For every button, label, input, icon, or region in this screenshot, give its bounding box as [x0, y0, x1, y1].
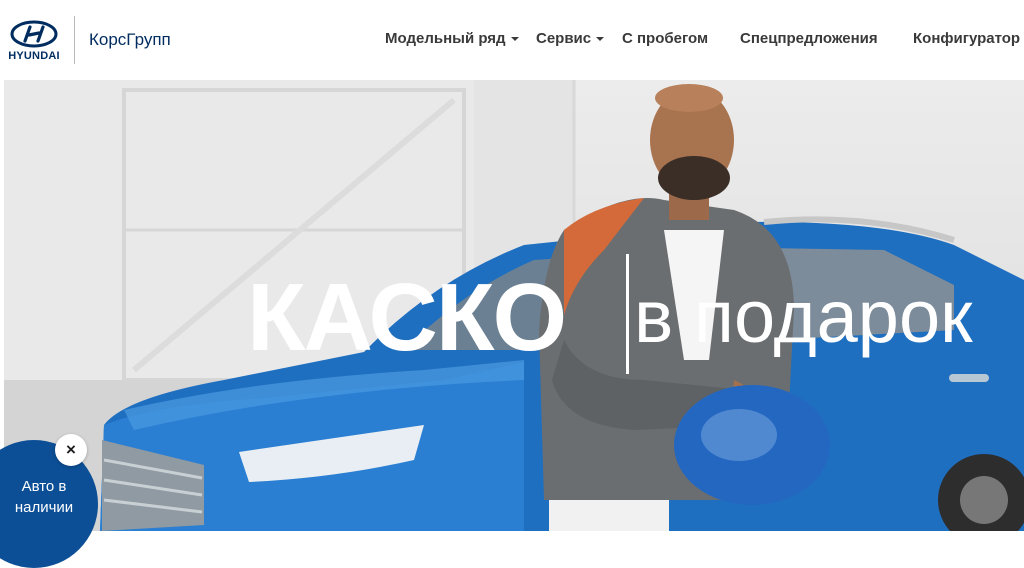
hyundai-emblem-icon [10, 20, 58, 48]
hyundai-logo[interactable]: HYUNDAI [4, 20, 64, 62]
hero-divider [626, 254, 629, 374]
nav-service-label: Сервис [536, 30, 592, 47]
nav-models[interactable]: Модельный ряд [385, 30, 519, 47]
nav-special-offers-label: Спецпредложения [740, 30, 878, 47]
chevron-down-icon [510, 37, 519, 42]
chevron-down-icon [596, 37, 605, 42]
hero-subtitle: в подарок [634, 275, 973, 358]
logo-divider [74, 16, 75, 64]
nav-configurator[interactable]: Конфигуратор [913, 30, 1020, 47]
close-icon[interactable]: × [55, 434, 87, 466]
site-header: HYUNDAI КорсГрупп Модельный ряд Сервис С… [0, 0, 1024, 80]
hero-banner[interactable]: КАСКО в подарок [4, 80, 1024, 531]
nav-used-cars-label: С пробегом [622, 30, 709, 47]
nav-configurator-label: Конфигуратор [913, 30, 1021, 47]
nav-service[interactable]: Сервис [536, 30, 605, 47]
nav-used-cars[interactable]: С пробегом [622, 30, 708, 47]
nav-special-offers[interactable]: Спецпредложения [740, 30, 878, 47]
hero-title: КАСКО [247, 264, 567, 371]
dealer-name[interactable]: КорсГрупп [89, 30, 171, 50]
brand-wordmark: HYUNDAI [8, 50, 60, 62]
in-stock-label[interactable]: Авто в наличии [4, 476, 84, 518]
nav-models-label: Модельный ряд [385, 30, 506, 47]
